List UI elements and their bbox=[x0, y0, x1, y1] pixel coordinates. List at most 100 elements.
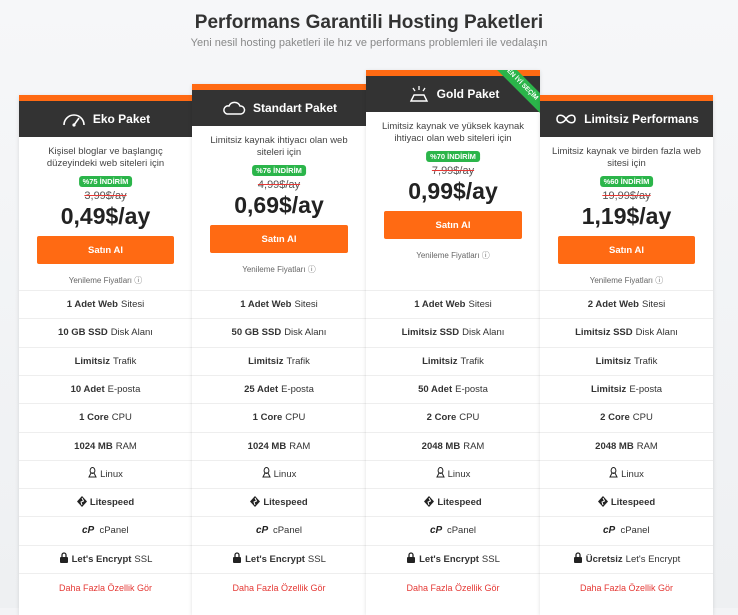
feature-value: Litespeed bbox=[89, 497, 135, 509]
feature-label: Linux bbox=[100, 468, 123, 480]
feature-label: SSL bbox=[307, 553, 326, 565]
feature-value: 1 Adet Web bbox=[240, 299, 292, 310]
old-price: 7,99$/ay bbox=[431, 165, 475, 177]
cpanel-icon: cP bbox=[603, 524, 617, 537]
feature-value: 10 GB SSD bbox=[58, 327, 108, 339]
litespeed-icon bbox=[424, 495, 435, 510]
feature-value: Limitsiz bbox=[590, 383, 627, 395]
feature-row: 1 Adet Web Sitesi bbox=[19, 290, 192, 318]
plan-price: 0,49$/ay bbox=[60, 203, 151, 229]
feature-label: Trafik bbox=[633, 355, 658, 367]
feature-value: Let's Encrypt bbox=[419, 553, 479, 565]
feature-row: 1024 MB RAM bbox=[192, 431, 366, 460]
lock-icon bbox=[406, 552, 416, 566]
buy-button[interactable]: Satın Al bbox=[558, 236, 695, 264]
renewal-prices-link[interactable]: Yenileme Fiyatları ⓘ bbox=[192, 264, 366, 275]
feature-value: 2048 MB bbox=[595, 440, 634, 452]
infinity-icon bbox=[554, 112, 578, 126]
feature-label: Linux bbox=[447, 468, 471, 480]
feature-row: Linux bbox=[19, 459, 192, 488]
feature-row: Linux bbox=[192, 459, 366, 488]
feature-value: Limitsiz bbox=[74, 355, 110, 367]
feature-value: 1 Adet Web bbox=[66, 299, 118, 310]
feature-value: Limitsiz bbox=[422, 355, 458, 367]
renewal-prices-link[interactable]: Yenileme Fiyatları ⓘ bbox=[540, 275, 713, 286]
lock-icon bbox=[59, 552, 69, 566]
svg-text:cP: cP bbox=[430, 525, 443, 534]
feature-value: Litespeed bbox=[437, 497, 482, 509]
feature-label: Trafik bbox=[460, 355, 484, 367]
feature-value: 25 Adet bbox=[244, 383, 279, 395]
plan-description: Limitsiz kaynak ihtiyacı olan web sitele… bbox=[210, 135, 348, 158]
more-features-link[interactable]: Daha Fazla Özellik Gör bbox=[540, 573, 713, 601]
feature-label: Trafik bbox=[112, 355, 137, 367]
feature-value: 2048 MB bbox=[421, 440, 461, 452]
feature-label: Linux bbox=[621, 468, 644, 480]
plan-card: Gold Paket EN İYİ SEÇİM Limitsiz kaynak ve… bbox=[366, 70, 540, 615]
lock-icon bbox=[573, 552, 583, 566]
buy-button[interactable]: Satın Al bbox=[37, 236, 174, 264]
feature-row: cP cPanel bbox=[540, 516, 713, 544]
buy-button[interactable]: Satın Al bbox=[210, 225, 348, 253]
renewal-prices-link[interactable]: Yenileme Fiyatları ⓘ bbox=[19, 275, 192, 286]
feature-label: E-posta bbox=[107, 383, 141, 395]
feature-row: Linux bbox=[540, 459, 713, 488]
feature-row: Litespeed bbox=[366, 488, 540, 516]
feature-row: Ücretsiz Let's Encrypt bbox=[540, 544, 713, 573]
feature-label: Disk Alanı bbox=[635, 327, 678, 339]
linux-icon bbox=[609, 467, 618, 481]
feature-value: Let's Encrypt bbox=[71, 553, 132, 565]
plan-name: Standart Paket bbox=[252, 101, 338, 115]
more-features-link[interactable]: Daha Fazla Özellik Gör bbox=[19, 573, 192, 601]
feature-row: Let's Encrypt SSL bbox=[192, 544, 366, 573]
plan-card: Limitsiz Performans Limitsiz kaynak ve bi… bbox=[540, 95, 713, 615]
feature-value: 50 GB SSD bbox=[231, 327, 282, 339]
cloud-icon bbox=[221, 100, 247, 116]
cpanel-icon: cP bbox=[82, 524, 96, 537]
plan-price: 0,99$/ay bbox=[408, 178, 498, 204]
feature-label: CPU bbox=[285, 412, 306, 424]
litespeed-icon bbox=[250, 495, 261, 510]
feature-row: Let's Encrypt SSL bbox=[366, 544, 540, 573]
more-features-link[interactable]: Daha Fazla Özellik Gör bbox=[192, 573, 366, 601]
plan-card: Standart Paket Limitsiz kaynak ihtiyacı o… bbox=[192, 84, 366, 615]
feature-value: Limitsiz SSD bbox=[401, 327, 460, 339]
svg-text:cP: cP bbox=[603, 525, 616, 534]
feature-value: 1024 MB bbox=[74, 440, 113, 452]
feature-row: Let's Encrypt SSL bbox=[19, 544, 192, 573]
feature-row: 2 Adet Web Sitesi bbox=[540, 290, 713, 318]
old-price: 19,99$/ay bbox=[602, 190, 651, 202]
feature-label: Disk Alanı bbox=[284, 327, 327, 339]
feature-row: 2048 MB RAM bbox=[366, 431, 540, 460]
feature-label: Disk Alanı bbox=[462, 327, 505, 339]
feature-value: 2 Core bbox=[600, 412, 630, 424]
feature-label: E-posta bbox=[629, 383, 663, 395]
cpanel-icon: cP bbox=[430, 524, 444, 537]
feature-value: 2 Core bbox=[426, 412, 457, 424]
feature-value: 1024 MB bbox=[247, 440, 287, 452]
feature-value: Litespeed bbox=[263, 497, 308, 509]
page-title: Performans Garantili Hosting Paketleri bbox=[194, 12, 544, 33]
plan-price: 0,69$/ay bbox=[234, 192, 324, 218]
discount-badge: %70 İNDİRİM bbox=[426, 151, 480, 162]
feature-value: 1 Core bbox=[79, 412, 109, 424]
plan-header: Eko Paket bbox=[19, 101, 192, 137]
feature-row: Limitsiz E-posta bbox=[540, 374, 713, 403]
pricing-section: Performans Garantili Hosting Paketleri Y… bbox=[0, 0, 738, 615]
linux-icon bbox=[88, 467, 97, 481]
cpanel-icon: cP bbox=[256, 524, 270, 537]
plans-container: Eko Paket Kişisel bloglar ve başlangıç dü… bbox=[19, 70, 713, 615]
feature-row: cP cPanel bbox=[192, 516, 366, 544]
buy-button[interactable]: Satın Al bbox=[384, 211, 522, 239]
feature-label: cPanel bbox=[99, 525, 129, 537]
feature-row: 2 Core CPU bbox=[366, 403, 540, 431]
svg-text:cP: cP bbox=[256, 525, 269, 534]
feature-row: Limitsiz Trafik bbox=[366, 346, 540, 375]
lock-icon bbox=[232, 552, 242, 566]
plan-name: Eko Paket bbox=[92, 112, 151, 126]
renewal-prices-link[interactable]: Yenileme Fiyatları ⓘ bbox=[366, 250, 540, 261]
feature-label: SSL bbox=[134, 553, 153, 565]
more-features-link[interactable]: Daha Fazla Özellik Gör bbox=[366, 573, 540, 601]
feature-row: Limitsiz SSD Disk Alanı bbox=[366, 318, 540, 346]
plan-name: Gold Paket bbox=[436, 87, 500, 101]
